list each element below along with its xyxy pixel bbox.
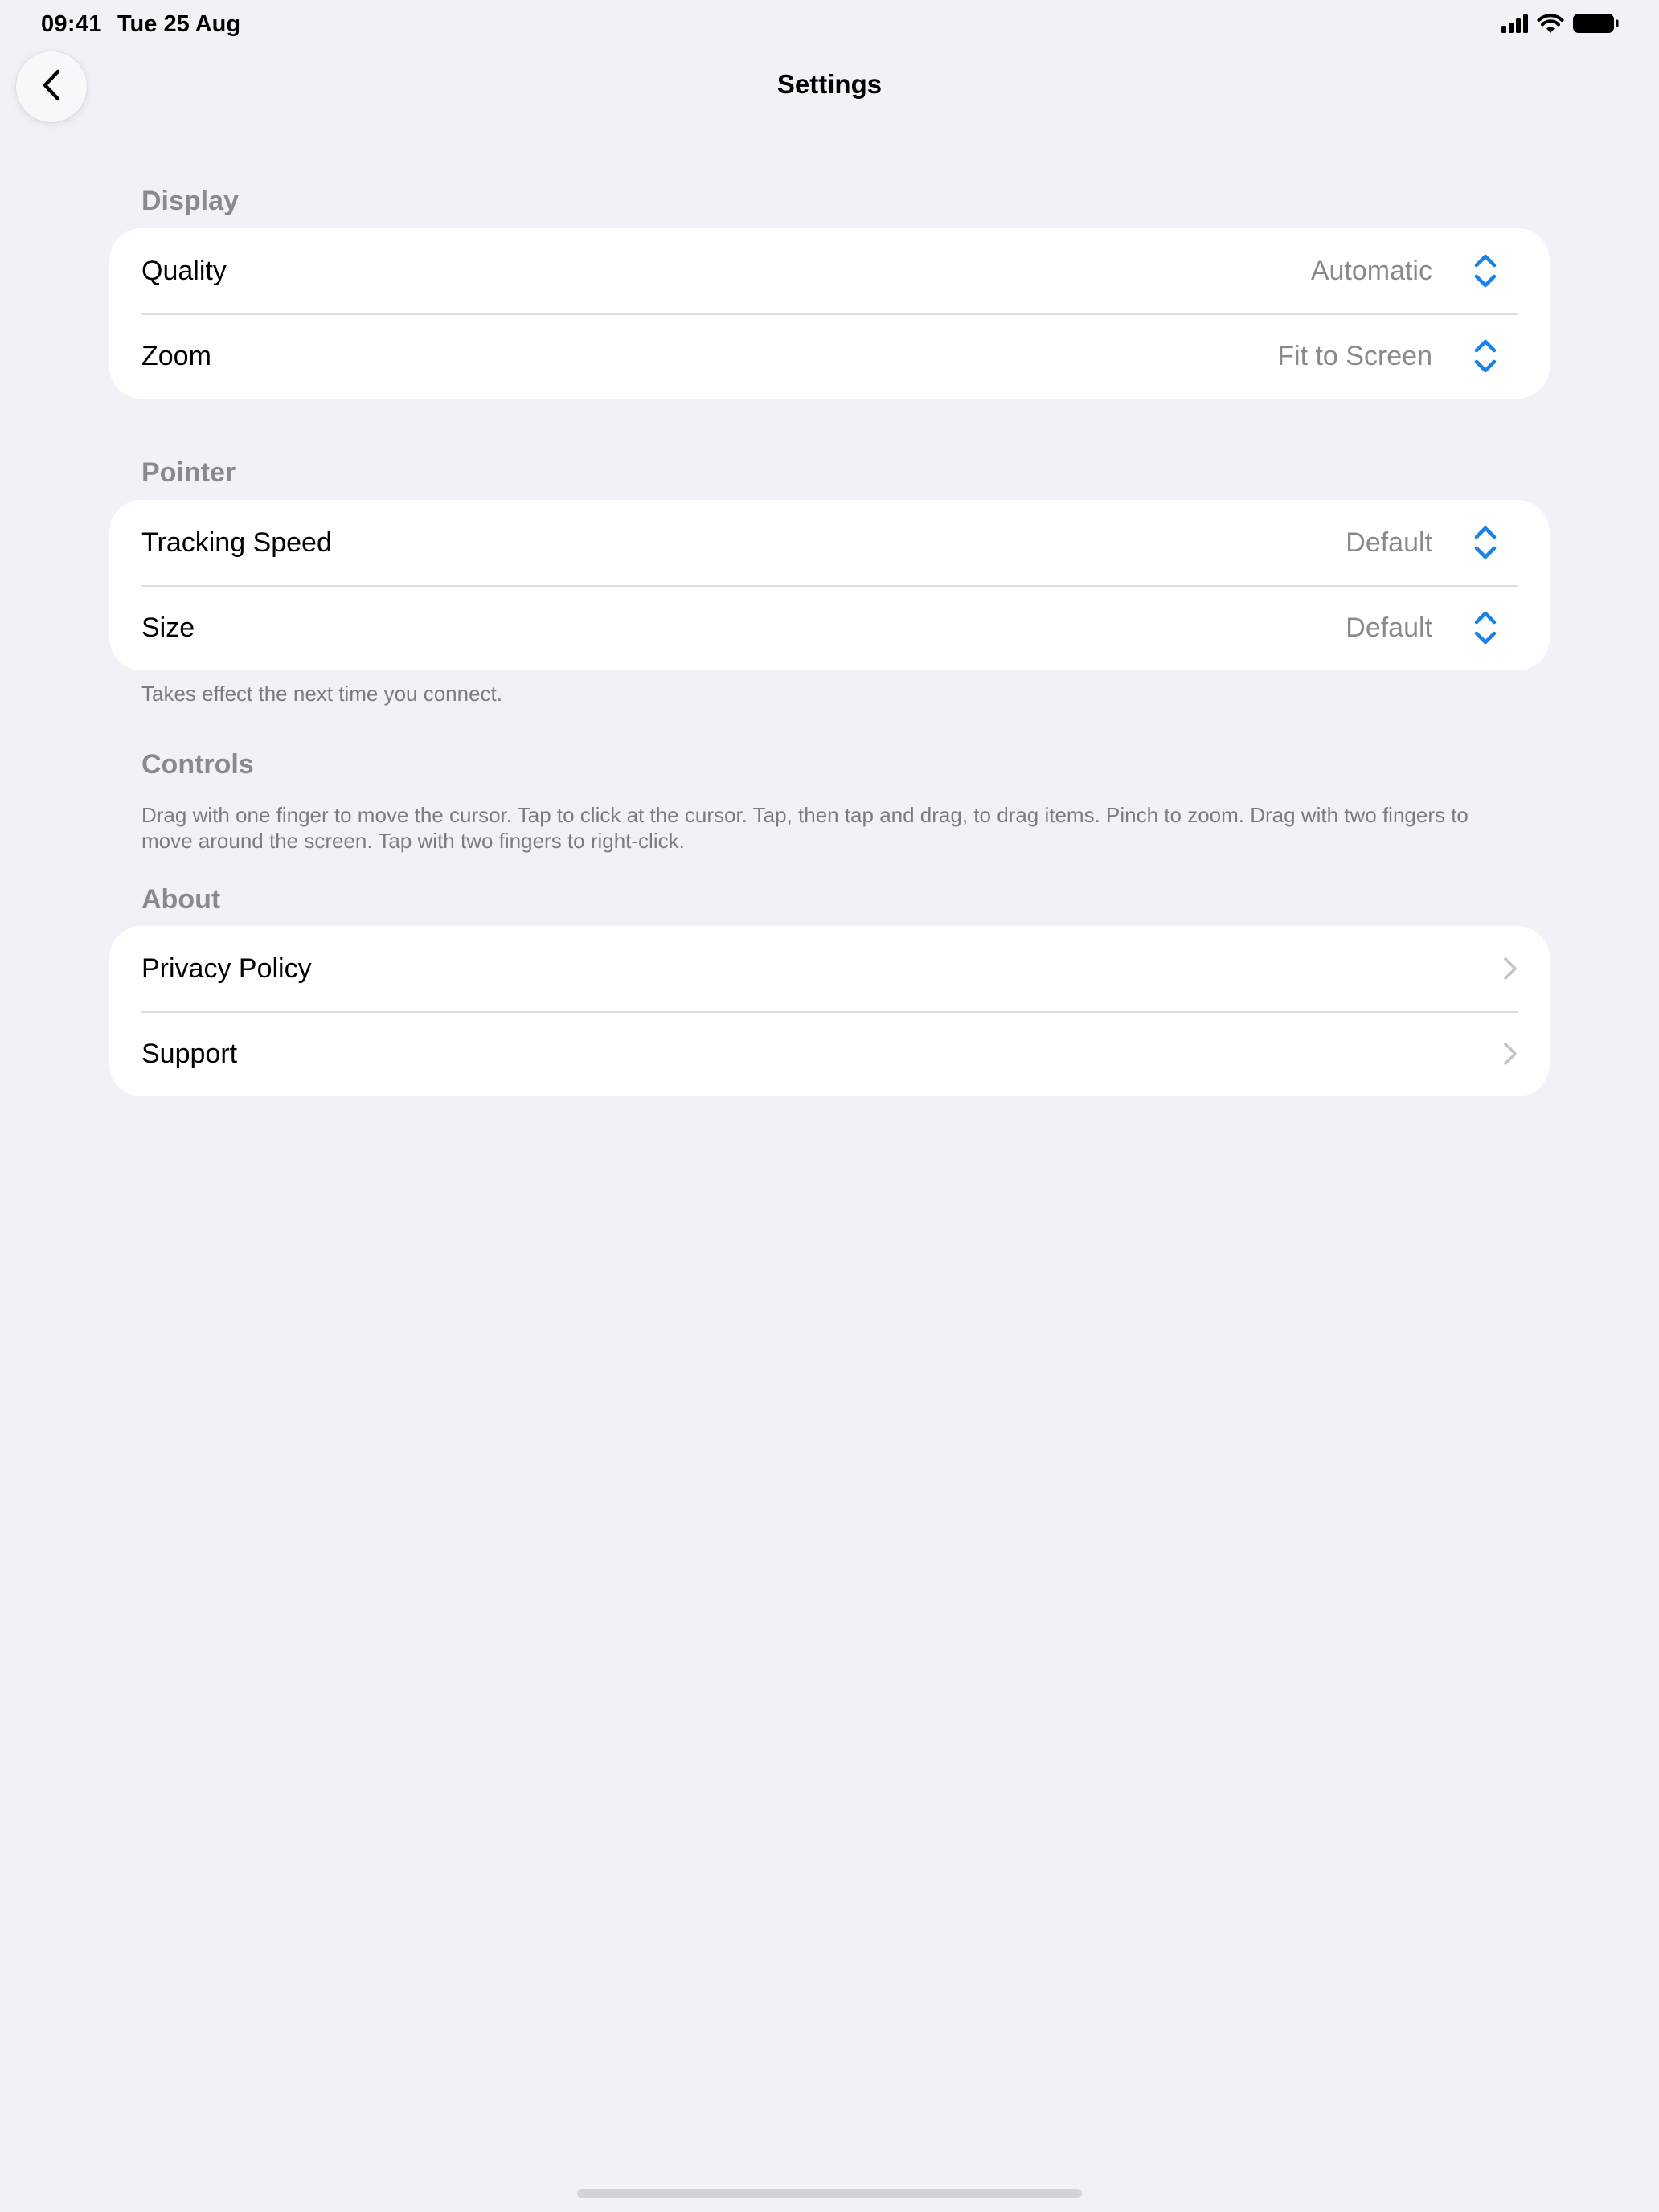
section-header-display: Display [141,186,239,216]
zoom-row[interactable]: Zoom Fit to Screen [109,313,1550,399]
pointer-footer-note: Takes effect the next time you connect. [141,682,502,706]
status-date: Tue 25 Aug [117,11,241,37]
section-header-about: About [141,884,221,915]
privacy-policy-label: Privacy Policy [141,952,312,984]
chevron-right-icon [1504,957,1517,980]
home-indicator [577,2189,1082,2198]
quality-label: Quality [141,255,227,286]
cellular-signal-icon [1501,14,1529,37]
page-title: Settings [776,69,883,99]
up-down-chevron-icon [1474,339,1497,373]
quality-value: Automatic [1310,255,1432,286]
quality-row[interactable]: Quality Automatic [109,228,1550,313]
zoom-label: Zoom [141,340,211,371]
tracking-speed-row[interactable]: Tracking Speed Default [109,500,1550,585]
up-down-chevron-icon [1474,526,1497,559]
size-value: Default [1346,612,1432,643]
about-group: Privacy Policy Support [109,926,1550,1096]
privacy-policy-row[interactable]: Privacy Policy [109,926,1550,1011]
wifi-icon [1537,13,1564,38]
battery-icon [1572,13,1619,38]
section-header-controls: Controls [141,749,254,780]
pointer-group: Tracking Speed Default Size Default [109,500,1550,670]
chevron-right-icon [1504,1043,1517,1065]
tracking-speed-label: Tracking Speed [141,526,332,558]
status-bar: 09:41 Tue 25 Aug [0,0,1659,51]
section-header-pointer: Pointer [141,457,236,488]
up-down-chevron-icon [1474,254,1497,288]
tracking-speed-value: Default [1346,526,1432,558]
support-label: Support [141,1038,238,1069]
status-icons [1501,13,1619,38]
display-group: Quality Automatic Zoom Fit to Screen [109,228,1550,399]
support-row[interactable]: Support [109,1011,1550,1096]
controls-description: Drag with one finger to move the cursor.… [141,803,1469,853]
status-time: 09:41 [41,11,102,37]
up-down-chevron-icon [1474,611,1497,645]
size-row[interactable]: Size Default [109,585,1550,670]
zoom-value: Fit to Screen [1277,340,1432,371]
size-label: Size [141,612,195,643]
